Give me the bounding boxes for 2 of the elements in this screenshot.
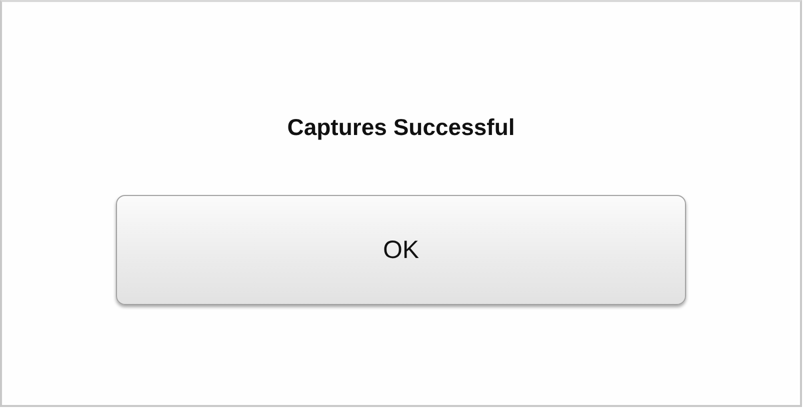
dialog-message: Captures Successful bbox=[287, 114, 515, 141]
ok-button[interactable]: OK bbox=[116, 195, 686, 305]
